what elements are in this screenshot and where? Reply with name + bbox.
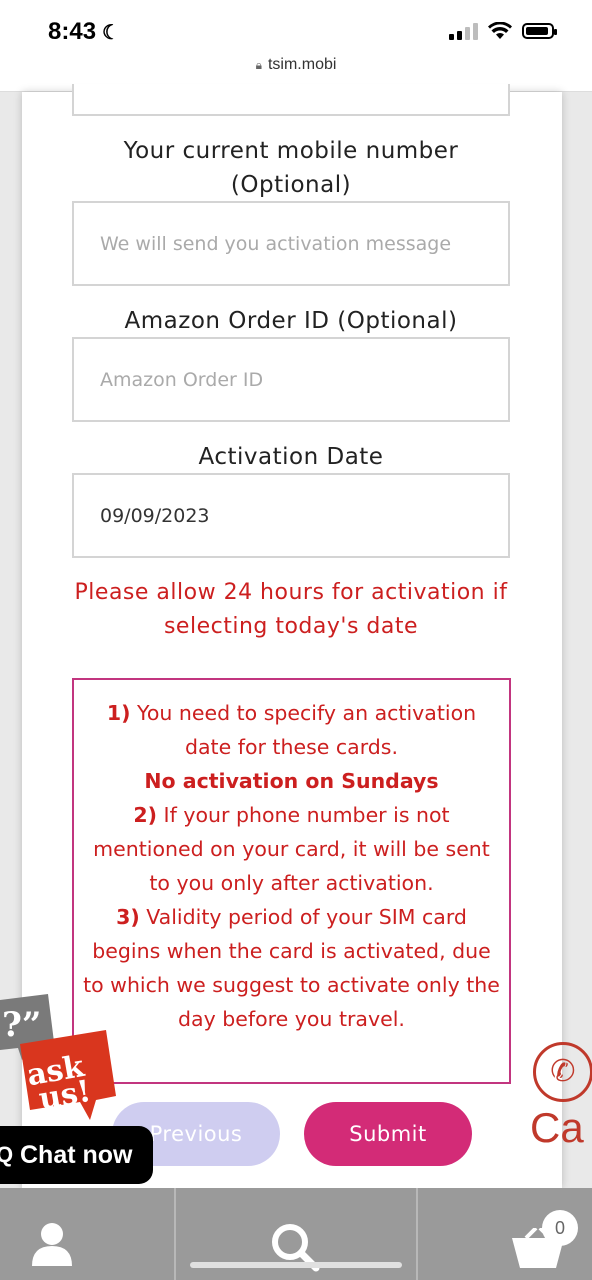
mobile-number-field[interactable]	[72, 201, 510, 286]
mobile-number-input[interactable]	[74, 203, 508, 284]
notice-number-1: 1)	[106, 701, 131, 725]
submit-button[interactable]: Submit	[304, 1102, 472, 1166]
lock-icon: 🔒︎	[255, 58, 262, 72]
account-icon[interactable]	[30, 1222, 74, 1266]
mobile-number-label: Your current mobile number (Optional)	[123, 138, 459, 198]
chat-icon: Q	[0, 1142, 14, 1167]
call-widget[interactable]: ✆ Ca	[528, 1040, 592, 1160]
activation-warning: Please allow 24 hours for activation if …	[74, 580, 508, 639]
cellular-signal-icon	[449, 22, 478, 40]
cart-count-badge: 0	[542, 1210, 578, 1246]
activation-date-field[interactable]	[72, 473, 510, 558]
notice-text-3: Validity period of your SIM card begins …	[83, 905, 500, 1031]
amazon-order-field[interactable]	[72, 337, 510, 422]
activation-date-input[interactable]	[74, 475, 508, 556]
notice-text-1: You need to specify an activation date f…	[130, 701, 477, 759]
status-time: 8:43 ☾	[48, 18, 120, 45]
ask-us-widget[interactable]: ?” ask us!	[0, 992, 120, 1122]
notice-number-3: 3)	[116, 905, 140, 929]
notice-sunday: No activation on Sundays	[144, 769, 439, 793]
chat-now-label: Chat now	[20, 1141, 133, 1169]
svg-text:?”: ?”	[2, 1005, 41, 1045]
call-label: Ca	[530, 1104, 584, 1151]
previous-field-bottom[interactable]	[72, 84, 510, 116]
amazon-order-label: Amazon Order ID (Optional)	[124, 308, 458, 334]
home-indicator	[190, 1262, 402, 1268]
amazon-order-input[interactable]	[74, 339, 508, 420]
url-text: tsim.mobi	[267, 56, 337, 73]
notice-number-2: 2)	[133, 803, 158, 827]
moon-icon: ☾	[102, 22, 120, 44]
wifi-icon	[488, 22, 512, 39]
battery-icon	[522, 23, 557, 39]
phone-icon: ✆	[533, 1042, 592, 1102]
chat-now-button[interactable]: Q Chat now	[0, 1126, 153, 1184]
activation-notice-box: 1) You need to specify an activation dat…	[72, 678, 511, 1084]
activation-date-label: Activation Date	[198, 444, 384, 470]
status-bar: 8:43 ☾	[0, 0, 592, 56]
ask-us-icon: ?” ask us!	[0, 994, 116, 1120]
